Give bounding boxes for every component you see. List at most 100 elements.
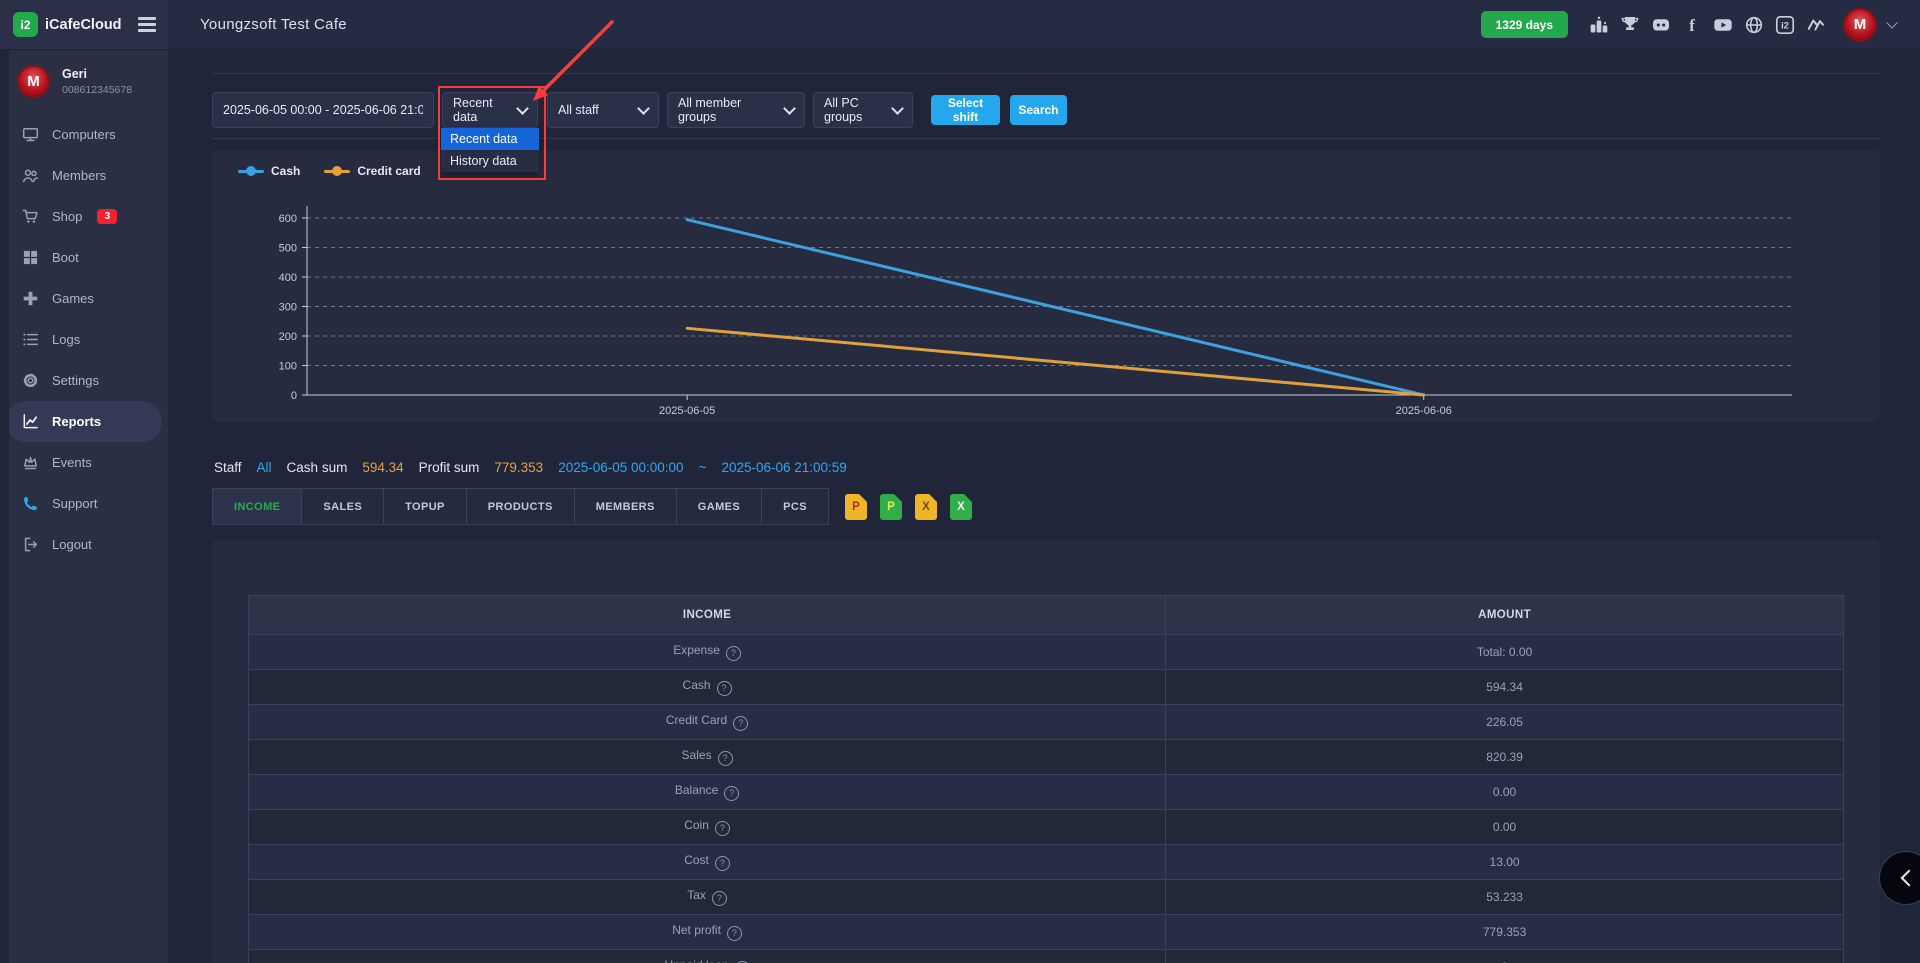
help-icon[interactable]: ? — [712, 891, 727, 906]
events-crown-icon — [22, 454, 39, 471]
pc-groups-select[interactable]: All PC groups — [813, 92, 913, 128]
staff-label: Staff — [214, 460, 242, 475]
brand-name: iCafeCloud — [45, 17, 122, 33]
help-icon[interactable]: ? — [715, 821, 730, 836]
option-history-data[interactable]: History data — [441, 150, 539, 172]
help-icon[interactable]: ? — [733, 716, 748, 731]
tab-members[interactable]: MEMBERS — [575, 488, 677, 525]
table-row-cost: Cost?13.00 — [249, 845, 1844, 880]
trophy-icon[interactable] — [1620, 15, 1640, 35]
sidebar-item-label: Settings — [52, 373, 99, 388]
chevron-down-icon — [891, 102, 904, 115]
income-table: INCOMEAMOUNT Expense?Total: 0.00Cash?594… — [248, 595, 1844, 963]
data-type-select[interactable]: Recent data — [442, 92, 538, 128]
staff-value: All — [257, 460, 272, 475]
income-label-cell: Tax? — [249, 880, 1166, 915]
sidebar-item-logs[interactable]: Logs — [0, 319, 168, 360]
help-icon[interactable]: ? — [726, 646, 741, 661]
legend-label: Credit card — [357, 164, 420, 178]
help-icon[interactable]: ? — [727, 926, 742, 941]
chevron-down-icon[interactable] — [1886, 17, 1897, 28]
option-recent-data[interactable]: Recent data — [441, 128, 539, 150]
members-icon — [22, 167, 39, 184]
date-range-input[interactable] — [212, 92, 434, 128]
amount-cell: 53.233 — [1166, 880, 1844, 915]
tab-pcs[interactable]: PCS — [762, 488, 829, 525]
help-icon[interactable]: ? — [715, 856, 730, 871]
sidebar-item-members[interactable]: Members — [0, 155, 168, 196]
amount-cell: Total: 0.00 — [1166, 635, 1844, 670]
search-button[interactable]: Search — [1010, 95, 1067, 125]
export-pdf-page-icon[interactable]: P — [845, 494, 867, 520]
facebook-icon[interactable]: f — [1682, 15, 1702, 35]
hamburger-menu-icon[interactable] — [136, 13, 158, 35]
sidebar-item-label: Support — [52, 496, 98, 511]
globe-icon[interactable] — [1744, 15, 1764, 35]
youngzsoft-logo-icon[interactable] — [1806, 15, 1826, 35]
legend-marker — [238, 170, 264, 173]
table-row-unpaid-loan: Unpaid loan?0 — [249, 950, 1844, 963]
tab-products[interactable]: PRODUCTS — [467, 488, 575, 525]
main-content: Recent data All staff All member groups … — [168, 50, 1920, 963]
help-icon[interactable]: ? — [717, 681, 732, 696]
export-pdf-all-icon[interactable]: P — [880, 494, 902, 520]
tab-games[interactable]: GAMES — [677, 488, 762, 525]
income-label-cell: Balance? — [249, 775, 1166, 810]
sidebar-item-events[interactable]: Events — [0, 442, 168, 483]
report-tabs-row: INCOMESALESTOPUPPRODUCTSMEMBERSGAMESPCS … — [212, 488, 972, 525]
income-label-cell: Cash? — [249, 670, 1166, 705]
sidebar-item-games[interactable]: Games — [0, 278, 168, 319]
svg-text:300: 300 — [279, 302, 297, 314]
svg-text:100: 100 — [279, 361, 297, 373]
tab-sales[interactable]: SALES — [302, 488, 384, 525]
table-row-coin: Coin?0.00 — [249, 810, 1844, 845]
tab-topup[interactable]: TOPUP — [384, 488, 467, 525]
computers-icon — [22, 126, 39, 143]
boot-windows-icon — [22, 249, 39, 266]
chart-legend: Cash Credit card — [238, 164, 421, 178]
income-label-cell: Cost? — [249, 845, 1166, 880]
sidebar-item-shop[interactable]: Shop3 — [0, 196, 168, 237]
export-excel-page-icon[interactable]: X — [915, 494, 937, 520]
cash-sum-label: Cash sum — [287, 460, 348, 475]
help-icon[interactable]: ? — [718, 751, 733, 766]
amount-cell: 0.00 — [1166, 810, 1844, 845]
amount-cell: 779.353 — [1166, 915, 1844, 950]
ranking-icon[interactable] — [1589, 15, 1609, 35]
legend-label: Cash — [271, 164, 300, 178]
payments-chart-card: CashCredit card 01002003004005006002025-… — [212, 150, 1880, 422]
sidebar-user-block[interactable]: M Geri 008612345678 — [0, 50, 168, 106]
sidebar-item-computers[interactable]: Computers — [0, 114, 168, 155]
sidebar-item-label: Games — [52, 291, 94, 306]
sidebar-item-label: Computers — [52, 127, 116, 142]
staff-select[interactable]: All staff — [547, 92, 659, 128]
sidebar-item-settings[interactable]: Settings — [0, 360, 168, 401]
license-days-button[interactable]: 1329 days — [1481, 11, 1568, 38]
member-groups-select[interactable]: All member groups — [667, 92, 805, 128]
tab-income[interactable]: INCOME — [212, 488, 302, 525]
income-label: Unpaid loan — [665, 958, 729, 963]
discord-icon[interactable] — [1651, 15, 1671, 35]
legend-item-credit-card[interactable]: Credit card — [324, 164, 420, 178]
legend-item-cash[interactable]: Cash — [238, 164, 300, 178]
sidebar-item-boot[interactable]: Boot — [0, 237, 168, 278]
youtube-icon[interactable] — [1713, 15, 1733, 35]
sidebar-item-support[interactable]: Support — [0, 483, 168, 524]
logs-icon — [22, 331, 39, 348]
svg-text:600: 600 — [279, 213, 297, 225]
icafe-logo-icon[interactable]: i2 — [1775, 15, 1795, 35]
income-label-cell: Sales? — [249, 740, 1166, 775]
help-icon[interactable]: ? — [724, 786, 739, 801]
sidebar-item-label: Reports — [52, 414, 101, 429]
export-excel-all-icon[interactable]: X — [950, 494, 972, 520]
profit-sum-label: Profit sum — [419, 460, 480, 475]
select-shift-button[interactable]: Select shift — [931, 95, 1000, 125]
svg-text:2025-06-06: 2025-06-06 — [1396, 405, 1452, 417]
divider — [212, 73, 1880, 74]
staff-select-value: All staff — [558, 103, 599, 117]
avatar[interactable]: M — [1843, 8, 1877, 42]
icafecloud-logo-icon: i2 — [13, 12, 38, 37]
sidebar-item-reports[interactable]: Reports — [6, 401, 162, 442]
sidebar-item-logout[interactable]: Logout — [0, 524, 168, 565]
svg-text:f: f — [1689, 16, 1695, 35]
